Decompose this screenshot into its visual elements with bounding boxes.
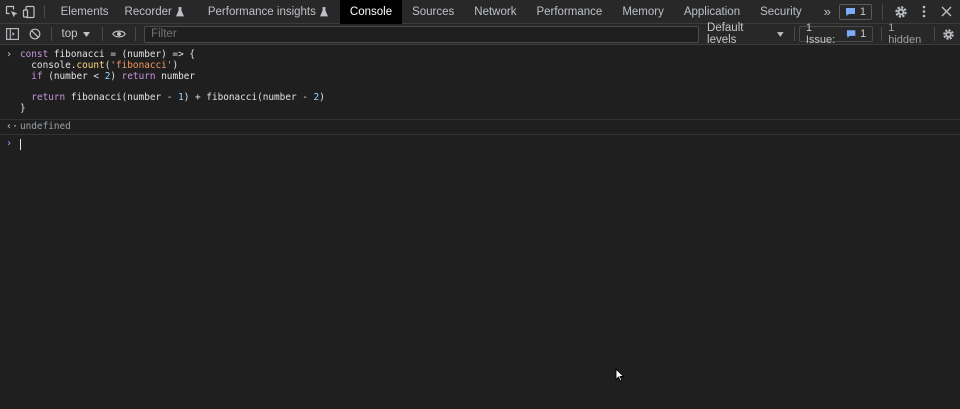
close-icon[interactable] — [935, 0, 958, 24]
chevron-right-icon: › — [6, 137, 13, 149]
text-caret — [20, 138, 21, 150]
console-input-entry: › const fibonacci = (number) => { consol… — [0, 46, 960, 120]
hidden-count: 1 hidden — [888, 22, 922, 46]
separator — [101, 27, 103, 41]
code-line: } — [20, 102, 26, 114]
tabbar-right-group: 1 — [838, 0, 960, 24]
tab-memory[interactable]: Memory — [610, 0, 672, 24]
context-selector[interactable]: top — [56, 28, 98, 40]
code-line: if (number < 2) return number — [31, 70, 196, 82]
separator — [934, 27, 936, 41]
device-toggle-icon[interactable] — [20, 0, 37, 23]
tab-recorder[interactable]: Recorder — [117, 0, 196, 24]
message-icon — [845, 7, 855, 16]
chevron-right-icon: › — [6, 49, 13, 60]
console-prompt[interactable]: › — [0, 135, 960, 151]
tab-performance[interactable]: Performance — [524, 0, 610, 24]
code-line: console.count('fibonacci') — [20, 59, 179, 71]
mouse-cursor-icon — [615, 368, 625, 382]
issues-badge[interactable]: 1 — [838, 3, 873, 20]
console-result-entry: ‹· undefined — [0, 120, 960, 135]
separator — [882, 3, 884, 20]
more-tabs-button[interactable]: » — [810, 0, 839, 23]
kebab-menu-icon[interactable] — [912, 0, 935, 24]
console-output[interactable]: › const fibonacci = (number) => { consol… — [0, 46, 960, 409]
tab-network[interactable]: Network — [462, 0, 524, 24]
sidebar-toggle-icon[interactable] — [1, 24, 24, 45]
return-arrow-icon: ‹· — [6, 120, 19, 132]
separator — [793, 27, 795, 41]
gear-icon[interactable] — [889, 0, 912, 24]
tab-performance-insights[interactable]: Performance insights — [196, 0, 340, 24]
issues-button[interactable]: 1 Issue: 1 — [798, 22, 874, 46]
separator — [50, 27, 52, 41]
tab-application[interactable]: Application — [672, 0, 748, 24]
message-icon — [846, 30, 856, 38]
gear-icon[interactable] — [937, 24, 960, 45]
clear-console-icon[interactable] — [24, 24, 47, 45]
live-expression-icon[interactable] — [106, 24, 131, 45]
result-value: undefined — [20, 120, 71, 132]
log-levels-dropdown[interactable]: Default levels — [699, 22, 794, 46]
tab-security[interactable]: Security — [748, 0, 810, 24]
tab-separator — [43, 5, 45, 18]
tab-console[interactable]: Console — [339, 0, 403, 24]
chevron-down-icon — [777, 31, 784, 37]
devtools-tab-bar: Elements Recorder Performance insights C… — [0, 0, 960, 24]
tab-elements[interactable]: Elements — [53, 0, 117, 24]
flask-icon — [175, 7, 184, 17]
console-toolbar: top Default levels 1 Issue: 1 1 hidden — [0, 22, 960, 46]
flask-icon — [319, 7, 328, 17]
chevron-down-icon — [82, 31, 90, 37]
filter-input[interactable] — [144, 25, 700, 43]
code-line: return fibonacci(number - 1) + fibonacci… — [31, 92, 325, 104]
separator — [135, 27, 137, 41]
tab-sources[interactable]: Sources — [402, 0, 462, 24]
inspect-element-icon[interactable] — [3, 0, 20, 23]
